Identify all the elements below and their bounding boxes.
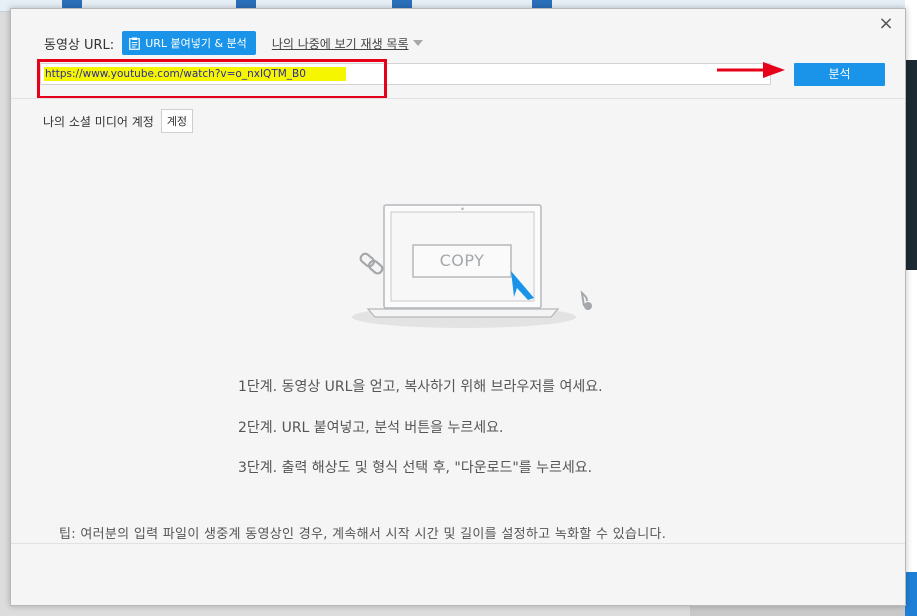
paste-and-analyze-button[interactable]: URL 붙여넣기 & 분석 (122, 31, 256, 55)
divider (11, 98, 905, 99)
watch-later-playlist-dropdown[interactable]: 나의 나중에 보기 재생 목록 (272, 35, 423, 52)
paste-and-analyze-label: URL 붙여넣기 & 분석 (145, 37, 247, 50)
background-app-button (905, 572, 917, 616)
step-1: 1단계. 동영상 URL을 얻고, 복사하기 위해 브라우저를 여세요. (238, 379, 603, 395)
analyze-button[interactable]: 분석 (794, 63, 885, 86)
account-button[interactable]: 계정 (160, 109, 194, 133)
laptop-base (366, 308, 560, 318)
copy-text: COPY (439, 251, 485, 270)
caret-down-icon (412, 40, 423, 46)
music-note-icon (580, 290, 592, 310)
annotation-arrow-icon (717, 62, 785, 78)
close-button[interactable]: × (875, 13, 897, 35)
step-3: 3단계. 출력 해상도 및 형식 선택 후, "다운로드"를 누르세요. (238, 460, 593, 476)
laptop-camera (461, 207, 464, 211)
url-input-container: https://www.youtube.com/watch?v=o_nxIQTM… (40, 63, 771, 86)
social-account-row: 나의 소셜 미디어 계정 계정 (43, 109, 194, 133)
url-toolbar: 동영상 URL: URL 붙여넣기 & 분석 나의 나중에 보기 재생 목록 (44, 31, 423, 55)
video-url-label: 동영상 URL: (44, 37, 115, 53)
instruction-steps: 1단계. 동영상 URL을 얻고, 복사하기 위해 브라우저를 여세요. 2단계… (238, 377, 603, 499)
background-video-thumbnail (905, 60, 917, 270)
tip-text: 팁: 여러분의 입력 파일이 생중계 동영상인 경우, 계속해서 시작 시간 및… (59, 527, 667, 542)
download-dialog: × 동영상 URL: URL 붙여넣기 & 분석 나의 나중에 보기 재생 목록… (10, 8, 906, 606)
social-account-label: 나의 소셜 미디어 계정 (43, 114, 154, 129)
divider (11, 543, 905, 544)
video-url-input[interactable] (41, 66, 770, 86)
watch-later-label: 나의 나중에 보기 재생 목록 (271, 36, 409, 51)
step-2: 2단계. URL 붙여넣고, 분석 버튼을 누르세요. (238, 419, 504, 436)
link-chain-icon (359, 252, 384, 275)
clipboard-icon (129, 37, 141, 50)
